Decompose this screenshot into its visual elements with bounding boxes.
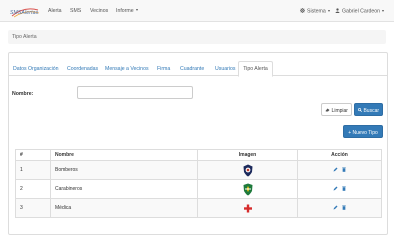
cell-nombre: Médica	[50, 198, 198, 218]
chevron-down-icon	[382, 9, 385, 12]
page-title-bar: Tipo Alerta	[8, 30, 386, 44]
content-panel: Datos Organización Coordenadas Mensaje a…	[8, 52, 388, 235]
tab-firma[interactable]: Firma	[157, 61, 170, 76]
page-title: Tipo Alerta	[12, 34, 37, 40]
cell-nombre: Bomberos	[50, 160, 198, 180]
col-header-imagen[interactable]: Imagen	[197, 149, 298, 161]
cell-accion	[297, 160, 382, 180]
buscar-button[interactable]: Buscar	[354, 103, 383, 116]
nuevo-tipo-button[interactable]: + Nuevo Tipo	[343, 125, 383, 138]
col-header-num[interactable]: #	[15, 149, 51, 161]
tab-cuadrante[interactable]: Cuadrante	[180, 61, 204, 76]
table-header-row: # Nombre Imagen Acción	[15, 149, 382, 161]
cell-accion	[297, 198, 382, 218]
trash-icon[interactable]	[341, 205, 346, 210]
cell-imagen	[197, 179, 298, 199]
cell-imagen	[197, 198, 298, 218]
cell-nombre: Carabineros	[50, 179, 198, 199]
search-icon	[358, 108, 362, 112]
nav-sms[interactable]: SMS	[70, 8, 81, 14]
user-icon	[335, 8, 340, 13]
brand-logo[interactable]: SMSAlertas	[8, 4, 40, 19]
cell-num: 3	[15, 198, 51, 218]
nav-vecinos[interactable]: Vecinos	[90, 8, 108, 14]
table-row: 1 Bomberos	[15, 160, 382, 180]
cell-accion	[297, 179, 382, 199]
nav-informe-dropdown[interactable]: Informe	[116, 8, 138, 14]
police-shield-icon	[243, 183, 252, 195]
top-navbar: SMSAlertas Alerta SMS Vecinos Informe Si…	[0, 0, 394, 22]
col-header-nombre[interactable]: Nombre	[50, 149, 198, 161]
chevron-down-icon	[327, 9, 330, 12]
limpiar-label: Limpiar	[331, 108, 348, 114]
cell-num: 1	[15, 160, 51, 180]
nombre-input[interactable]	[77, 86, 193, 99]
nav-alerta[interactable]: Alerta	[48, 8, 62, 14]
eraser-icon	[325, 108, 330, 112]
edit-icon[interactable]	[333, 186, 338, 191]
trash-icon[interactable]	[341, 186, 346, 191]
table-row: 2 Carabineros	[15, 179, 382, 199]
cell-imagen	[197, 160, 298, 180]
table-row: 3 Médica	[15, 198, 382, 218]
tipo-alerta-table: # Nombre Imagen Acción 1 Bomberos 2 Cara…	[15, 149, 382, 218]
nav-informe-label: Informe	[116, 8, 134, 14]
buscar-label: Buscar	[363, 108, 380, 114]
nuevo-tipo-label: + Nuevo Tipo	[348, 130, 378, 136]
edit-icon[interactable]	[333, 205, 338, 210]
red-cross-icon	[243, 204, 252, 212]
trash-icon[interactable]	[341, 167, 346, 172]
nombre-label: Nombre:	[12, 91, 34, 97]
nav-user-label: Gabriel Cardeon	[342, 8, 381, 15]
nav-user-dropdown[interactable]: Gabriel Cardeon	[335, 8, 385, 15]
tab-usuarios[interactable]: Usuarios	[215, 61, 235, 76]
nav-sistema-dropdown[interactable]: Sistema	[300, 8, 330, 15]
gear-icon	[300, 8, 305, 13]
chevron-down-icon	[135, 9, 138, 11]
fire-department-badge-icon	[243, 164, 252, 176]
brand-text: SMSAlertas	[10, 10, 39, 16]
limpiar-button[interactable]: Limpiar	[321, 103, 352, 116]
nav-sistema-label: Sistema	[307, 8, 326, 15]
col-header-accion: Acción	[297, 149, 382, 161]
tab-mensaje-a-vecinos[interactable]: Mensaje a Vecinos	[105, 61, 149, 76]
settings-tabs: Datos Organización Coordenadas Mensaje a…	[9, 61, 387, 77]
cell-num: 2	[15, 179, 51, 199]
tab-coordenadas[interactable]: Coordenadas	[67, 61, 98, 76]
edit-icon[interactable]	[333, 167, 338, 172]
tab-datos-organizacion[interactable]: Datos Organización	[13, 61, 59, 76]
tab-tipo-alerta[interactable]: Tipo Alerta	[238, 61, 273, 77]
